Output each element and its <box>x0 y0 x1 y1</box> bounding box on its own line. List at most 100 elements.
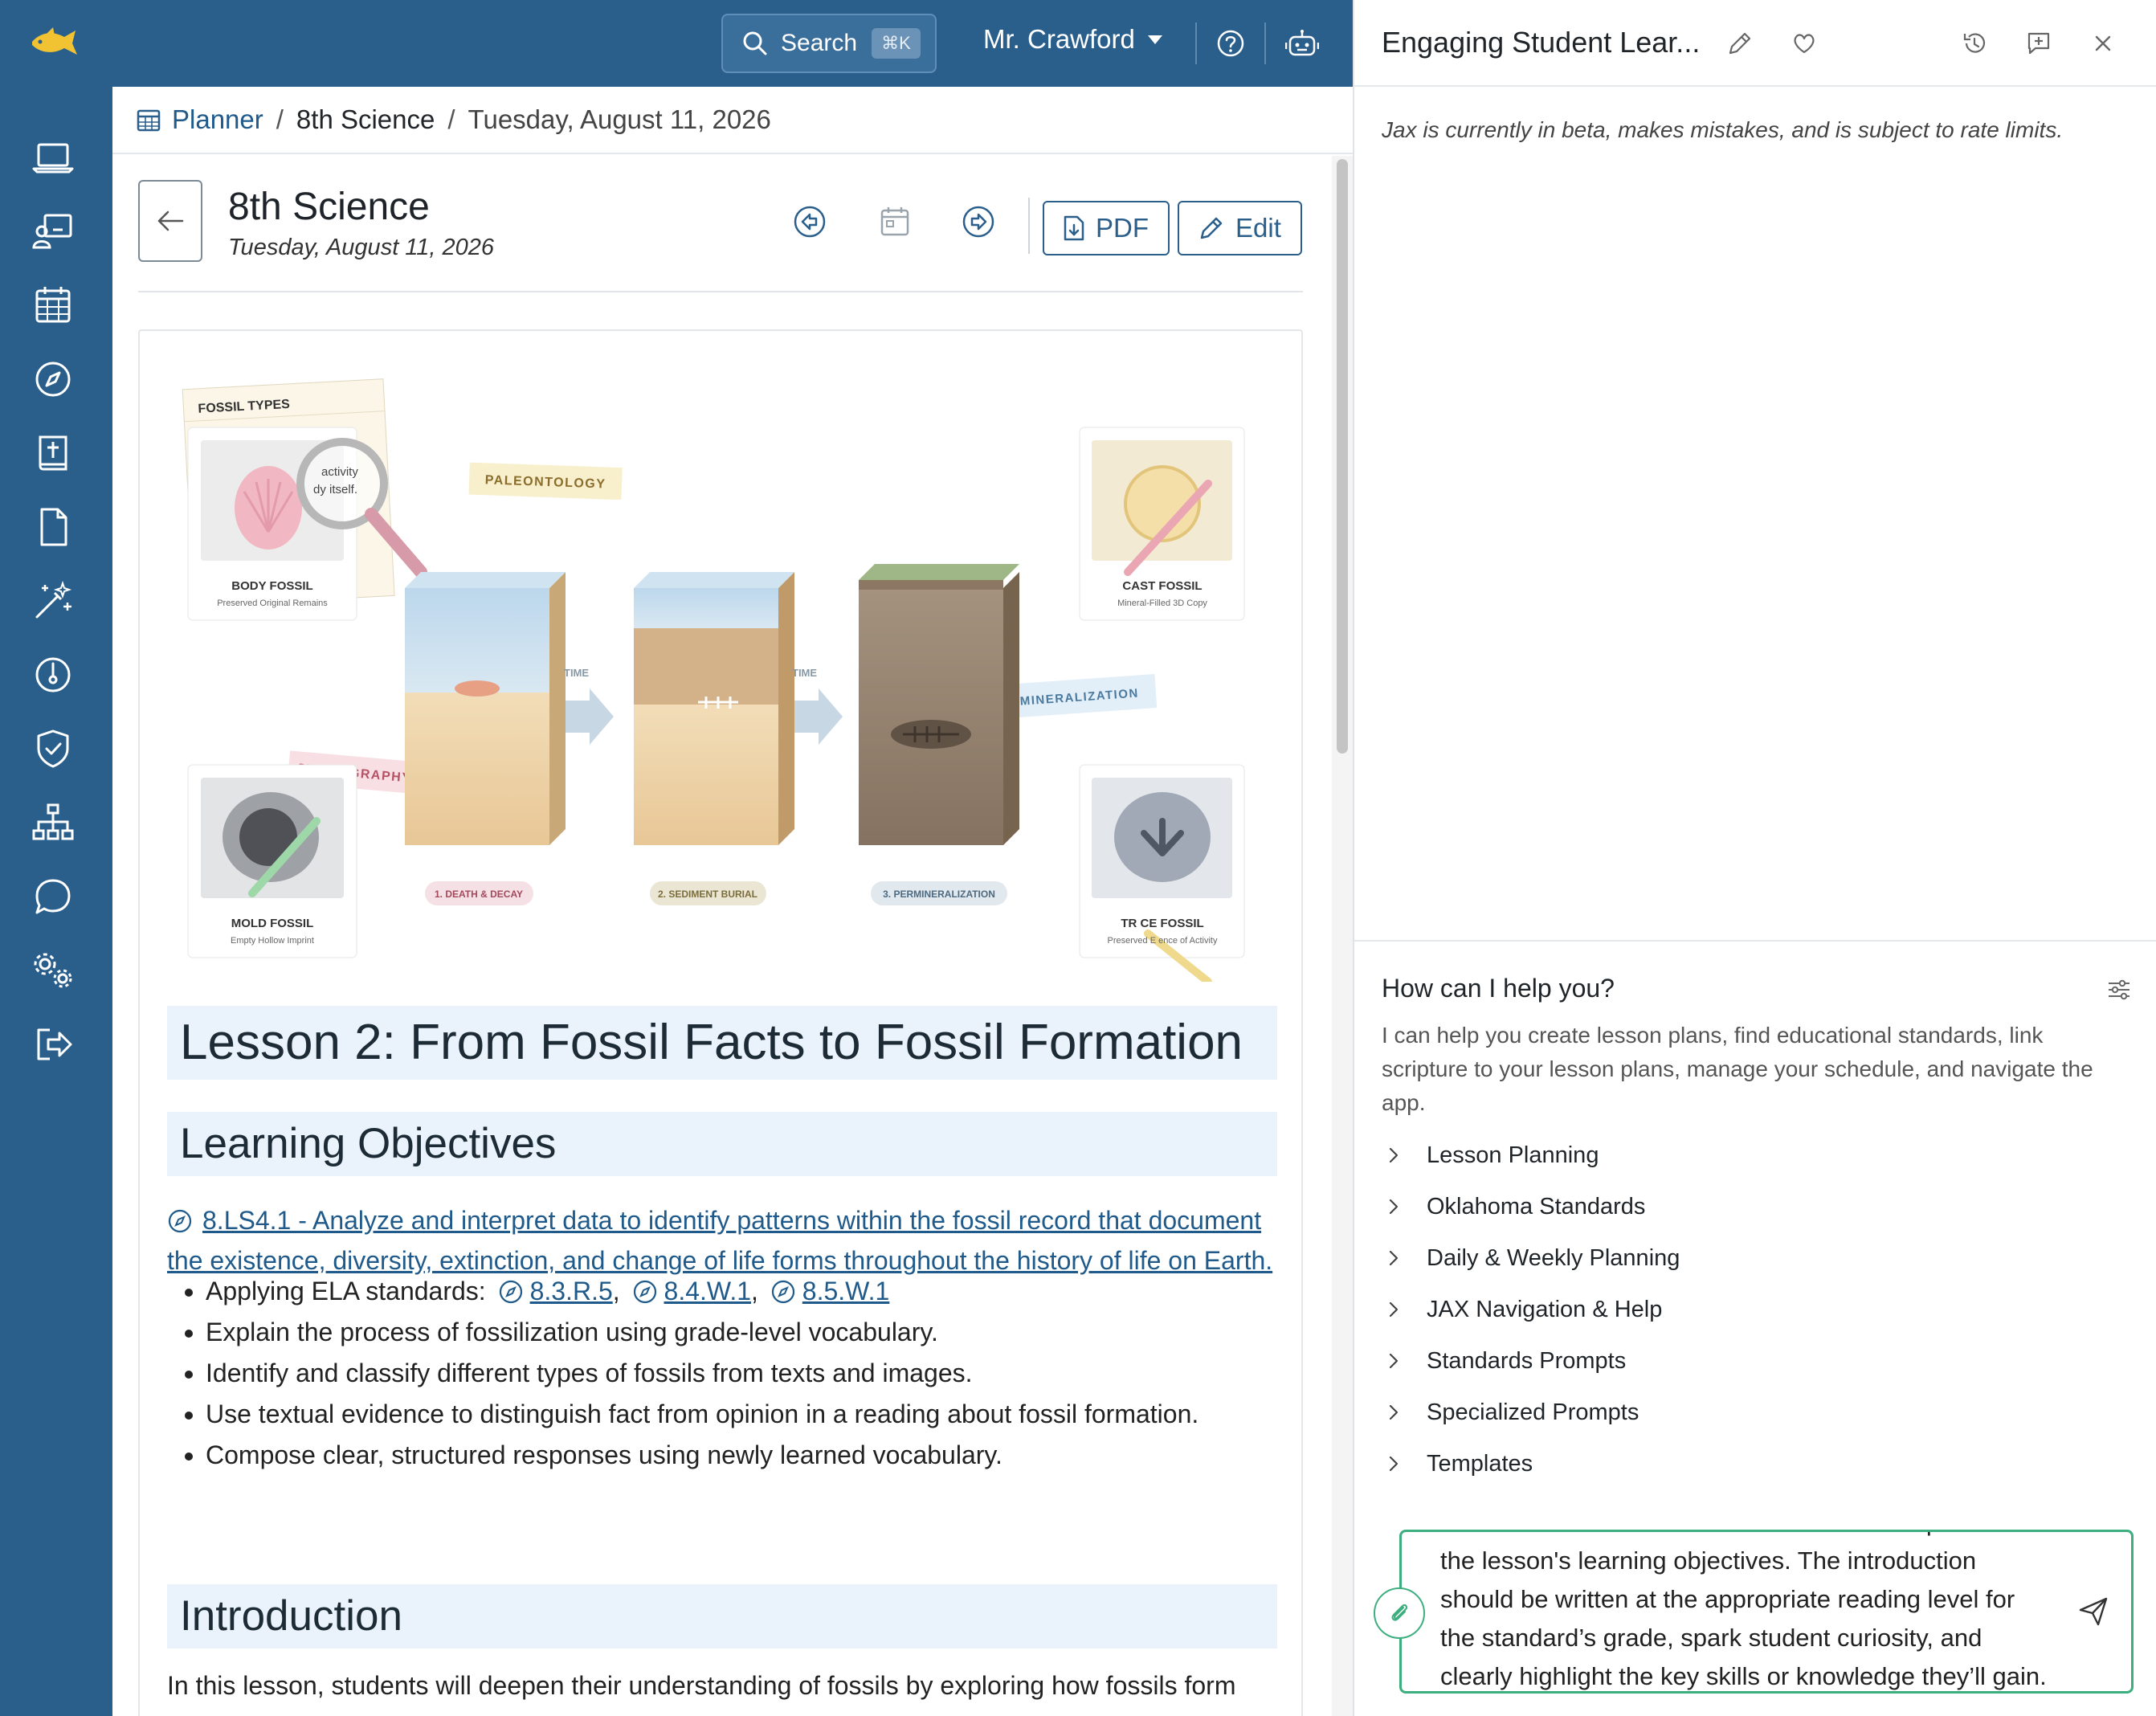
accordion-item-jax-navigation[interactable]: JAX Navigation & Help <box>1382 1284 2129 1335</box>
page-title: 8th Science <box>228 186 430 228</box>
step-2-label: 2. SEDIMENT BURIAL <box>658 889 757 900</box>
ela-standard-link[interactable]: 8.5.W.1 <box>802 1277 890 1305</box>
accordion-item-standards-prompts[interactable]: Standards Prompts <box>1382 1335 2129 1387</box>
app-logo-icon[interactable] <box>29 24 80 63</box>
calendar-today-icon[interactable] <box>877 204 913 239</box>
introduction-heading: Introduction <box>167 1584 1277 1649</box>
accordion-item-templates[interactable]: Templates <box>1382 1438 2129 1489</box>
lesson-title: Lesson 2: From Fossil Facts to Fossil Fo… <box>167 1006 1277 1080</box>
user-menu[interactable]: Mr. Crawford <box>983 24 1162 55</box>
page-subtitle-date: Tuesday, August 11, 2026 <box>228 235 495 260</box>
cast-fossil-label: CAST FOSSIL <box>1122 579 1202 593</box>
fossil-formation-illustration: FOSSIL TYPES BODY FOSSIL Preserved Origi… <box>182 378 1245 982</box>
breadcrumb-planner-link[interactable]: Planner <box>172 104 263 135</box>
chevron-right-icon <box>1389 1199 1399 1215</box>
scrollbar-thumb[interactable] <box>1337 159 1348 754</box>
pdf-button[interactable]: PDF <box>1043 201 1170 255</box>
list-item: Compose clear, structured responses usin… <box>206 1435 1282 1476</box>
search-button[interactable]: Search ⌘K <box>721 14 937 73</box>
send-icon[interactable] <box>2077 1595 2109 1628</box>
teacher-board-icon[interactable] <box>31 209 76 254</box>
arrow-left-icon <box>157 210 184 231</box>
chat-input[interactable]: lesson introduction that hooks students … <box>1399 1530 2134 1694</box>
chevron-right-icon <box>1389 1404 1399 1420</box>
accordion-item-daily-weekly-planning[interactable]: Daily & Weekly Planning <box>1382 1232 2129 1284</box>
document-icon[interactable] <box>31 505 76 550</box>
lesson-header: 8th Science Tuesday, August 11, 2026 PDF <box>138 180 1303 292</box>
comma: , <box>612 1277 620 1305</box>
logout-icon[interactable] <box>31 1022 76 1067</box>
chat-input-text: lesson introduction that hooks students … <box>1440 1532 2047 1690</box>
close-icon[interactable] <box>2090 31 2116 56</box>
breadcrumb-separator: / <box>276 104 284 134</box>
magic-wand-icon[interactable] <box>31 578 76 623</box>
calendar-icon[interactable] <box>31 283 76 328</box>
next-day-icon[interactable] <box>961 204 996 239</box>
accordion-item-label: Standards Prompts <box>1427 1347 1627 1374</box>
bible-icon[interactable] <box>31 431 76 476</box>
help-title: How can I help you? <box>1382 974 1615 1003</box>
search-label: Search <box>781 30 858 56</box>
ela-standard-link[interactable]: 8.4.W.1 <box>664 1277 752 1305</box>
trace-fossil-sub: Preserved E ence of Activity <box>1108 936 1218 946</box>
compass-icon <box>771 1280 794 1304</box>
accordion-item-oklahoma-standards[interactable]: Oklahoma Standards <box>1382 1181 2129 1232</box>
accordion-item-label: Oklahoma Standards <box>1427 1193 1646 1220</box>
chevron-right-icon <box>1389 1147 1399 1163</box>
ela-standard-link[interactable]: 8.3.R.5 <box>530 1277 613 1305</box>
attach-button[interactable] <box>1374 1587 1425 1639</box>
help-description: I can help you create lesson plans, find… <box>1382 1023 2093 1115</box>
gauge-icon[interactable] <box>31 652 76 697</box>
breadcrumb-course[interactable]: 8th Science <box>296 104 435 135</box>
accordion-item-lesson-planning[interactable]: Lesson Planning <box>1382 1130 2129 1181</box>
accordion-item-specialized-prompts[interactable]: Specialized Prompts <box>1382 1387 2129 1438</box>
pencil-icon[interactable] <box>1727 31 1753 56</box>
divider <box>1195 22 1197 64</box>
compass-icon <box>499 1280 522 1304</box>
standard-link-text: 8.LS4.1 - Analyze and interpret data to … <box>167 1206 1273 1275</box>
laptop-icon[interactable] <box>31 135 76 180</box>
lens-text-2: dy itself. <box>313 483 357 496</box>
list-item: Use textual evidence to distinguish fact… <box>206 1394 1282 1435</box>
file-download-icon <box>1064 215 1084 241</box>
body-fossil-label: BODY FOSSIL <box>231 579 312 593</box>
robot-icon[interactable] <box>1285 29 1319 58</box>
list-item: Explain the process of fossilization usi… <box>206 1312 1282 1353</box>
beta-notice: Jax is currently in beta, makes mistakes… <box>1382 117 2064 142</box>
previous-day-icon[interactable] <box>792 204 827 239</box>
compass-icon[interactable] <box>31 357 76 402</box>
main-content: Planner / 8th Science / Tuesday, August … <box>112 87 1353 1716</box>
mold-fossil-label: MOLD FOSSIL <box>231 917 314 930</box>
chevron-right-icon <box>1389 1301 1399 1318</box>
chat-icon[interactable] <box>31 874 76 919</box>
search-icon <box>743 31 767 55</box>
time-label-2: TIME <box>792 667 817 679</box>
heart-icon[interactable] <box>1791 31 1817 56</box>
new-chat-icon[interactable] <box>2026 31 2052 56</box>
ela-prefix: Applying ELA standards: <box>206 1277 486 1305</box>
back-button[interactable] <box>138 180 202 262</box>
body-fossil-sub: Preserved Original Remains <box>217 599 328 608</box>
edit-button[interactable]: Edit <box>1178 201 1302 255</box>
gears-icon[interactable] <box>31 948 76 993</box>
divider <box>1028 198 1030 254</box>
lesson-content: FOSSIL TYPES BODY FOSSIL Preserved Origi… <box>138 329 1303 1716</box>
sliders-icon[interactable] <box>2106 977 2132 1003</box>
paperclip-icon <box>1391 1604 1408 1621</box>
conversation-title: Engaging Student Lear... <box>1382 26 1701 59</box>
list-item: Applying ELA standards: 8.3.R.5, 8.4.W.1… <box>206 1271 1282 1312</box>
search-shortcut: ⌘K <box>872 28 921 59</box>
chevron-right-icon <box>1389 1456 1399 1472</box>
shield-check-icon[interactable] <box>31 726 76 771</box>
lens-text-1: activity <box>321 465 358 479</box>
time-label-1: TIME <box>564 667 589 679</box>
help-icon[interactable] <box>1216 29 1245 58</box>
history-icon[interactable] <box>1962 31 1987 56</box>
accordion-item-label: JAX Navigation & Help <box>1427 1296 1663 1322</box>
standard-link[interactable]: 8.LS4.1 - Analyze and interpret data to … <box>167 1200 1284 1281</box>
compass-icon <box>168 1209 192 1233</box>
sitemap-icon[interactable] <box>31 800 76 845</box>
cast-fossil-sub: Mineral-Filled 3D Copy <box>1117 599 1207 608</box>
assistant-header: Engaging Student Lear... <box>1354 0 2156 87</box>
breadcrumb: Planner / 8th Science / Tuesday, August … <box>112 87 1353 154</box>
